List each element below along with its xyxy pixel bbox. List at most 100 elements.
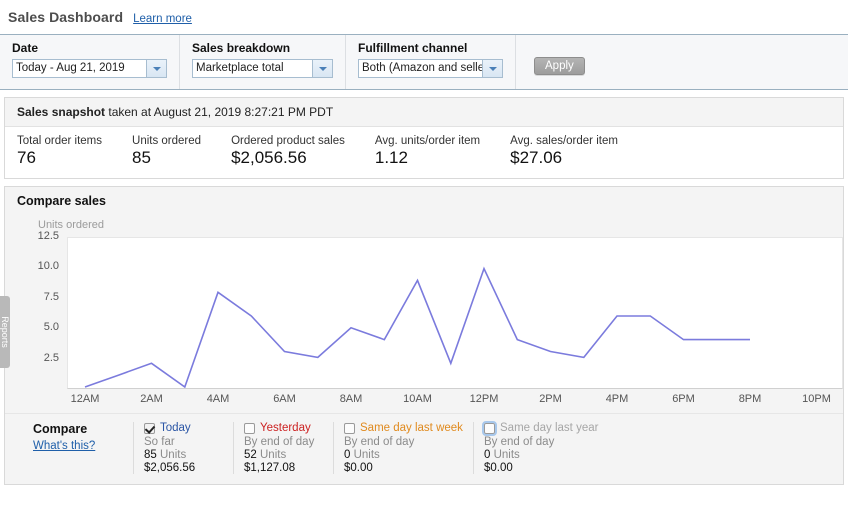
x-axis-tick-label: 4PM — [605, 393, 629, 405]
learn-more-link[interactable]: Learn more — [133, 13, 192, 25]
apply-zone: Apply — [516, 35, 585, 89]
metric-avg-sales-per-order-item: Avg. sales/order item $27.06 — [510, 135, 618, 168]
breakdown-select[interactable]: Marketplace total — [192, 59, 333, 78]
legend-units: 0 Units — [484, 449, 613, 461]
metric-total-order-items: Total order items 76 — [17, 135, 102, 168]
legend-units-label: Units — [493, 449, 520, 461]
metric-avg-units-per-order-item: Avg. units/order item 1.12 — [375, 135, 480, 168]
y-axis-tick-label: 2.5 — [43, 351, 59, 364]
legend-checkbox-same-day-last-year[interactable] — [482, 420, 497, 436]
reports-side-tab[interactable]: Reports — [0, 296, 10, 368]
metric-label: Ordered product sales — [231, 135, 345, 147]
legend-subtitle: By end of day — [244, 436, 315, 448]
legend-checkbox-today[interactable] — [144, 422, 155, 434]
legend-head: Today — [144, 422, 233, 434]
plot-area — [67, 237, 843, 389]
metric-value: 76 — [17, 148, 36, 167]
sales-snapshot-panel: Sales snapshot taken at August 21, 2019 … — [4, 97, 844, 179]
page-title: Sales Dashboard — [8, 9, 124, 25]
breakdown-select-value[interactable]: Marketplace total — [192, 59, 312, 78]
filter-fulfillment-channel: Fulfillment channel Both (Amazon and sel… — [346, 35, 516, 89]
legend-units-value: 85 — [144, 449, 157, 461]
compare-left: Compare What's this? — [5, 422, 133, 474]
legend-units-value: 0 — [484, 449, 491, 461]
compare-legend: Compare What's this? Today So far 85 Uni… — [5, 413, 843, 484]
metric-label: Units ordered — [132, 135, 202, 147]
legend-money: $0.00 — [484, 462, 513, 474]
chart-area: Units ordered 2.5 5.0 7.5 10.0 12.5 12AM 2AM 4… — [5, 215, 843, 413]
legend-item-yesterday[interactable]: Yesterday By end of day 52 Units $1,127.… — [233, 422, 333, 474]
chevron-down-icon — [318, 66, 327, 71]
x-axis-tick-label: 12PM — [469, 393, 499, 405]
legend-label-yesterday: Yesterday — [260, 422, 311, 434]
legend-money: $0.00 — [344, 462, 373, 474]
x-axis-tick-label: 4AM — [206, 393, 230, 405]
filter-fulfillment-label: Fulfillment channel — [358, 41, 468, 55]
legend-item-same-day-last-year[interactable]: Same day last year By end of day 0 Units… — [473, 420, 613, 474]
metric-value: 85 — [132, 148, 151, 167]
legend-units-label: Units — [260, 449, 287, 461]
metric-value: $27.06 — [510, 148, 563, 167]
legend-units: 0 Units — [344, 449, 473, 461]
metric-value: 1.12 — [374, 148, 408, 167]
apply-button[interactable]: Apply — [534, 57, 585, 75]
legend-checkbox-yesterday[interactable] — [244, 422, 255, 434]
sales-snapshot-subtitle: taken at August 21, 2019 8:27:21 PM PDT — [105, 105, 334, 119]
legend-units-value: 52 — [244, 449, 257, 461]
date-select-value[interactable]: Today - Aug 21, 2019 — [12, 59, 146, 78]
date-select[interactable]: Today - Aug 21, 2019 — [12, 59, 167, 78]
sales-snapshot-header: Sales snapshot taken at August 21, 2019 … — [5, 98, 843, 127]
legend-units: 85 Units — [144, 449, 233, 461]
date-select-toggle[interactable] — [146, 59, 167, 78]
legend-head: Yesterday — [244, 422, 333, 434]
fulfillment-select[interactable]: Both (Amazon and selle — [358, 59, 503, 78]
x-axis-tick-label: 12AM — [70, 393, 100, 405]
metric-ordered-product-sales: Ordered product sales $2,056.56 — [231, 135, 345, 168]
y-axis-tick-label: 5.0 — [43, 321, 59, 334]
filter-breakdown-label: Sales breakdown — [192, 41, 291, 55]
legend-units: 52 Units — [244, 449, 333, 461]
series-line-today — [84, 266, 750, 389]
y-axis-tick-label: 12.5 — [37, 230, 59, 242]
chevron-down-icon — [152, 66, 161, 71]
legend-item-same-day-last-week[interactable]: Same day last week By end of day 0 Units… — [333, 422, 473, 474]
x-axis-ticks: 12AM 2AM 4AM 6AM 8AM 10AM 12PM 2PM 4PM 6PM 8PM 10PM — [67, 393, 843, 409]
fulfillment-select-toggle[interactable] — [482, 59, 503, 78]
legend-subtitle: So far — [144, 436, 175, 448]
x-axis-tick-label: 2AM — [140, 393, 163, 405]
legend-item-today[interactable]: Today So far 85 Units $2,056.56 — [133, 422, 233, 474]
compare-sales-panel: Compare sales Units ordered 2.5 5.0 7.5 10.… — [4, 186, 844, 485]
y-axis-tick-label: 10.0 — [37, 260, 59, 273]
legend-units-label: Units — [160, 449, 187, 461]
filter-date-label: Date — [12, 41, 39, 55]
breakdown-select-toggle[interactable] — [312, 59, 333, 78]
x-axis-tick-label: 2PM — [539, 393, 562, 405]
x-axis-tick-label: 10PM — [802, 393, 831, 405]
x-axis-tick-label: 6AM — [273, 393, 296, 405]
legend-units-value: 0 — [344, 449, 351, 461]
sales-snapshot-title: Sales snapshot — [17, 105, 106, 119]
legend-money: $2,056.56 — [144, 462, 196, 474]
legend-head: Same day last week — [344, 422, 473, 434]
legend-money: $1,127.08 — [244, 462, 296, 474]
filter-bar: Date Today - Aug 21, 2019 Sales breakdow… — [0, 34, 848, 90]
line-chart-svg — [84, 266, 750, 389]
chevron-down-icon — [488, 66, 497, 71]
fulfillment-select-value[interactable]: Both (Amazon and selle — [358, 59, 482, 78]
metric-label: Total order items — [17, 135, 103, 147]
legend-units-label: Units — [353, 449, 380, 461]
legend-checkbox-same-day-last-week[interactable] — [344, 422, 355, 434]
legend-label-same-day-last-week: Same day last week — [360, 422, 463, 434]
legend-subtitle: By end of day — [484, 436, 555, 448]
whats-this-link[interactable]: What's this? — [33, 440, 95, 452]
metric-units-ordered: Units ordered 85 — [132, 135, 201, 168]
filter-sales-breakdown: Sales breakdown Marketplace total — [180, 35, 346, 89]
compare-sales-title: Compare sales — [5, 187, 843, 215]
compare-title: Compare — [33, 422, 88, 436]
metric-label: Avg. units/order item — [374, 135, 481, 147]
x-axis-tick-label: 8PM — [738, 393, 762, 405]
reports-side-tab-label: Reports — [0, 316, 10, 348]
sales-snapshot-metrics: Total order items 76 Units ordered 85 Or… — [5, 127, 843, 178]
legend-label-today: Today — [160, 422, 191, 434]
metric-value: $2,056.56 — [231, 148, 307, 167]
